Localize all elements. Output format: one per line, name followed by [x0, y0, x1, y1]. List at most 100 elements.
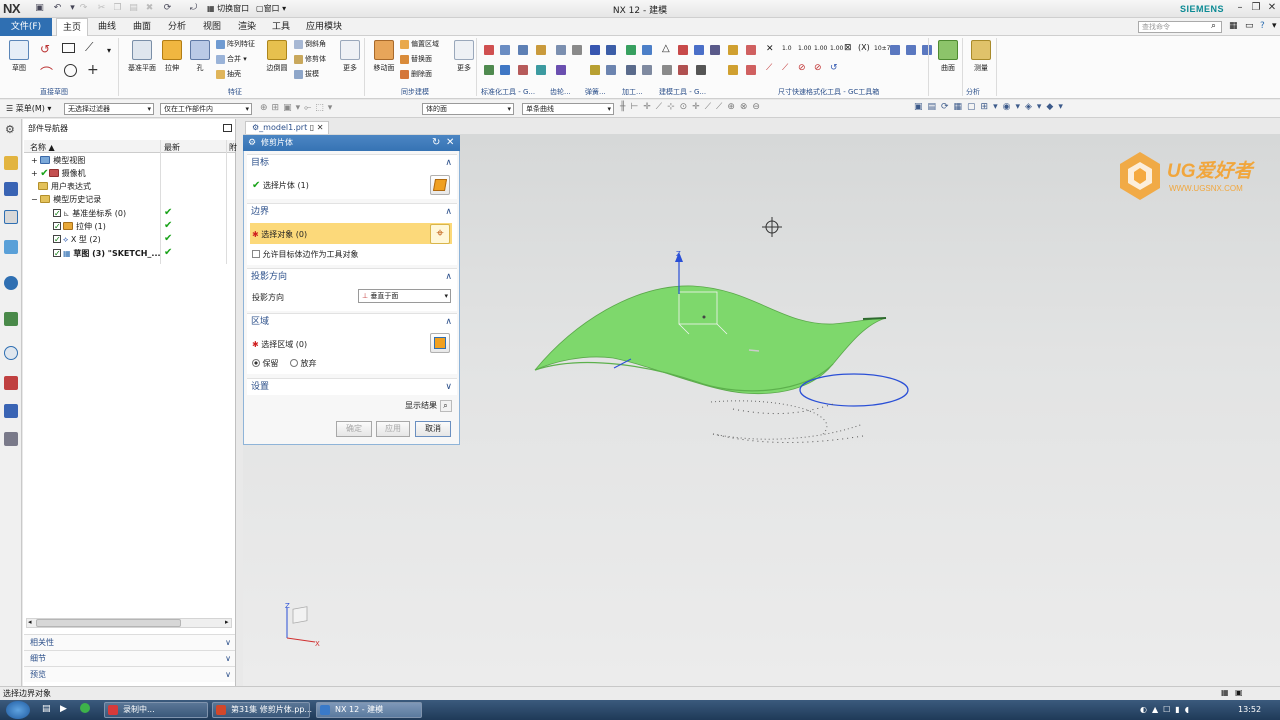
checkbox[interactable] [53, 220, 61, 233]
tree-row-datum-csys[interactable]: ⊾ 基准坐标系 (0) [53, 207, 126, 220]
profile-icon[interactable]: ↺ [40, 42, 50, 56]
pmi-paren-x-icon[interactable]: (X) [858, 43, 870, 52]
gc-tool6-icon[interactable] [694, 45, 704, 55]
hd3d-tools-icon[interactable] [4, 276, 18, 290]
measure-button[interactable]: 测量 [967, 40, 995, 73]
keep-radio[interactable] [252, 359, 260, 367]
constraint-navigator-icon[interactable] [4, 182, 18, 196]
tree-row-sketch[interactable]: ▦ 草图 (3) "SKETCH_... [53, 247, 161, 260]
tab-tools[interactable]: 工具 [266, 18, 296, 36]
keep-radio-row[interactable]: 保留 [252, 358, 279, 369]
hole-button[interactable]: 孔 [186, 40, 214, 73]
show-result-button[interactable]: 显示结果 ⌕ [405, 400, 452, 412]
arc-icon[interactable]: ⌒ [40, 63, 53, 82]
settings-gear-icon[interactable]: ⚙ [5, 123, 15, 136]
gc-machining-icon[interactable] [590, 45, 600, 55]
face-rule-select[interactable]: 体的面 ▾ [422, 103, 514, 115]
select-sheet-row[interactable]: ✔ 选择片体 (1) [252, 180, 309, 191]
pmi-tool8-icon[interactable]: ⟋ [766, 63, 772, 73]
assembly-navigator-icon[interactable] [4, 156, 18, 170]
extrude-button[interactable]: 拉伸 [158, 40, 186, 73]
pattern-feature-button[interactable]: 阵列特征 [216, 39, 255, 49]
checkbox[interactable] [53, 247, 61, 260]
scroll-left-icon[interactable]: ◂ [28, 618, 32, 626]
tab-applications[interactable]: 应用模块 [303, 18, 345, 36]
more-sync-button[interactable]: 更多 [450, 40, 478, 73]
gc-spring2-icon[interactable] [556, 65, 566, 75]
pmi-dim5-icon[interactable]: 10±7 [874, 45, 890, 52]
offset-region-button[interactable]: 偏置区域 [400, 39, 439, 49]
line-icon[interactable]: ⟋ [85, 40, 93, 55]
tree-row-model-views[interactable]: + 模型视图 [31, 154, 85, 167]
pmi-tool2-icon[interactable] [746, 45, 756, 55]
gc-tool10-icon[interactable] [696, 65, 706, 75]
gc-tool5-icon[interactable] [678, 45, 688, 55]
cancel-button[interactable]: 取消 [415, 421, 451, 437]
section-boundary[interactable]: 边界 ∧ [247, 203, 457, 220]
taskbar-item-nx[interactable]: NX 12 - 建模 [316, 702, 422, 718]
gc-pattern-icon[interactable] [556, 45, 566, 55]
allow-edge-row[interactable]: 允许目标体边作为工具对象 [252, 249, 359, 260]
section-projection[interactable]: 投影方向 ∧ [247, 268, 457, 285]
pmi-tool3-icon[interactable] [728, 65, 738, 75]
snap-point-icons[interactable]: ╫⊢✛⟋⊹⊙✛⟋⟋⊕⊗⊖ [620, 102, 765, 112]
gc-more-icon[interactable] [572, 45, 582, 55]
help-icon[interactable]: ? [1260, 21, 1265, 31]
green-sheet-body[interactable] [534, 285, 887, 394]
file-tab[interactable]: ⚙_model1.prt ▯ ✕ [245, 121, 329, 134]
chamfer-button[interactable]: 倒斜角 [294, 39, 326, 49]
command-search-input[interactable]: 查找命令 [1138, 21, 1222, 33]
media-taskbar-icon[interactable]: ▶ [60, 704, 67, 714]
select-object-row[interactable]: ✱ 选择对象 (0) [252, 229, 307, 240]
view-icons[interactable]: ▣▤⟳▦▢⊞▾◉▾◈▾◆▾ [914, 102, 1068, 112]
column-latest[interactable]: 最新 [164, 142, 180, 153]
gc-model2-icon[interactable] [642, 45, 652, 55]
sketch-button[interactable]: 草图 [5, 40, 33, 73]
gc-machining4-icon[interactable] [606, 65, 616, 75]
part-navigator-icon[interactable] [4, 210, 18, 224]
tab-home[interactable]: 主页 [56, 18, 88, 36]
rectangle-icon[interactable] [62, 43, 75, 53]
gc-tool9-icon[interactable] [678, 65, 688, 75]
gc-check-icon[interactable] [484, 65, 494, 75]
move-face-button[interactable]: 移动面 [370, 40, 398, 73]
sketch-more-icon[interactable]: ▾ [107, 46, 111, 55]
spring-tool-icon[interactable] [518, 45, 528, 55]
pmi-tool1-icon[interactable] [728, 45, 738, 55]
replace-face-button[interactable]: 替换面 [400, 54, 432, 64]
system-materials-icon[interactable] [4, 376, 18, 390]
surface-button[interactable]: 曲面 [934, 40, 962, 73]
tree-row-x-form[interactable]: ⟡ X 型 (2) [53, 233, 101, 246]
column-extra[interactable]: 附 [229, 142, 237, 153]
gc-gear-icon[interactable] [518, 65, 528, 75]
process-studio-icon[interactable] [4, 404, 18, 418]
checkbox[interactable] [53, 233, 61, 246]
section-region[interactable]: 区域 ∧ [247, 313, 457, 330]
gc-data-icon[interactable] [500, 65, 510, 75]
pmi-tool6-icon[interactable] [906, 45, 916, 55]
discard-radio[interactable] [290, 359, 298, 367]
pmi-tool9-icon[interactable]: ⟋ [782, 63, 788, 73]
select-region-row[interactable]: ✱ 选择区域 (0) [252, 339, 307, 350]
gc-model3-icon[interactable] [626, 65, 636, 75]
pmi-tool4-icon[interactable] [746, 65, 756, 75]
circle-icon[interactable] [64, 64, 77, 77]
gc-tool7-icon[interactable] [710, 45, 720, 55]
selection-scope-select[interactable]: 仅在工作部件内 ▾ [160, 103, 252, 115]
datum-plane-button[interactable]: 基准平面 [124, 40, 160, 73]
gc-machining2-icon[interactable] [606, 45, 616, 55]
column-name[interactable]: 名称 ▲ [30, 142, 55, 153]
ribbon-options-icon[interactable]: ▦ [1229, 21, 1238, 31]
draft-button[interactable]: 拔模 [294, 69, 319, 79]
file-menu-button[interactable]: 文件(F) [0, 18, 52, 36]
discard-radio-row[interactable]: 放弃 [290, 358, 317, 369]
sheet-body-select-button[interactable] [430, 175, 450, 195]
curve-rule-select[interactable]: 单条曲线 ▾ [522, 103, 614, 115]
allow-edge-checkbox[interactable] [252, 250, 260, 258]
tab-close-icon[interactable]: ✕ [317, 123, 324, 132]
pmi-dim2-icon[interactable]: 1.00 [798, 45, 811, 52]
tree-row-model-history[interactable]: − 模型历史记录 [31, 193, 101, 206]
gc-machining3-icon[interactable] [590, 65, 600, 75]
web-browser-icon[interactable] [4, 312, 18, 326]
pmi-tool5-icon[interactable] [890, 45, 900, 55]
